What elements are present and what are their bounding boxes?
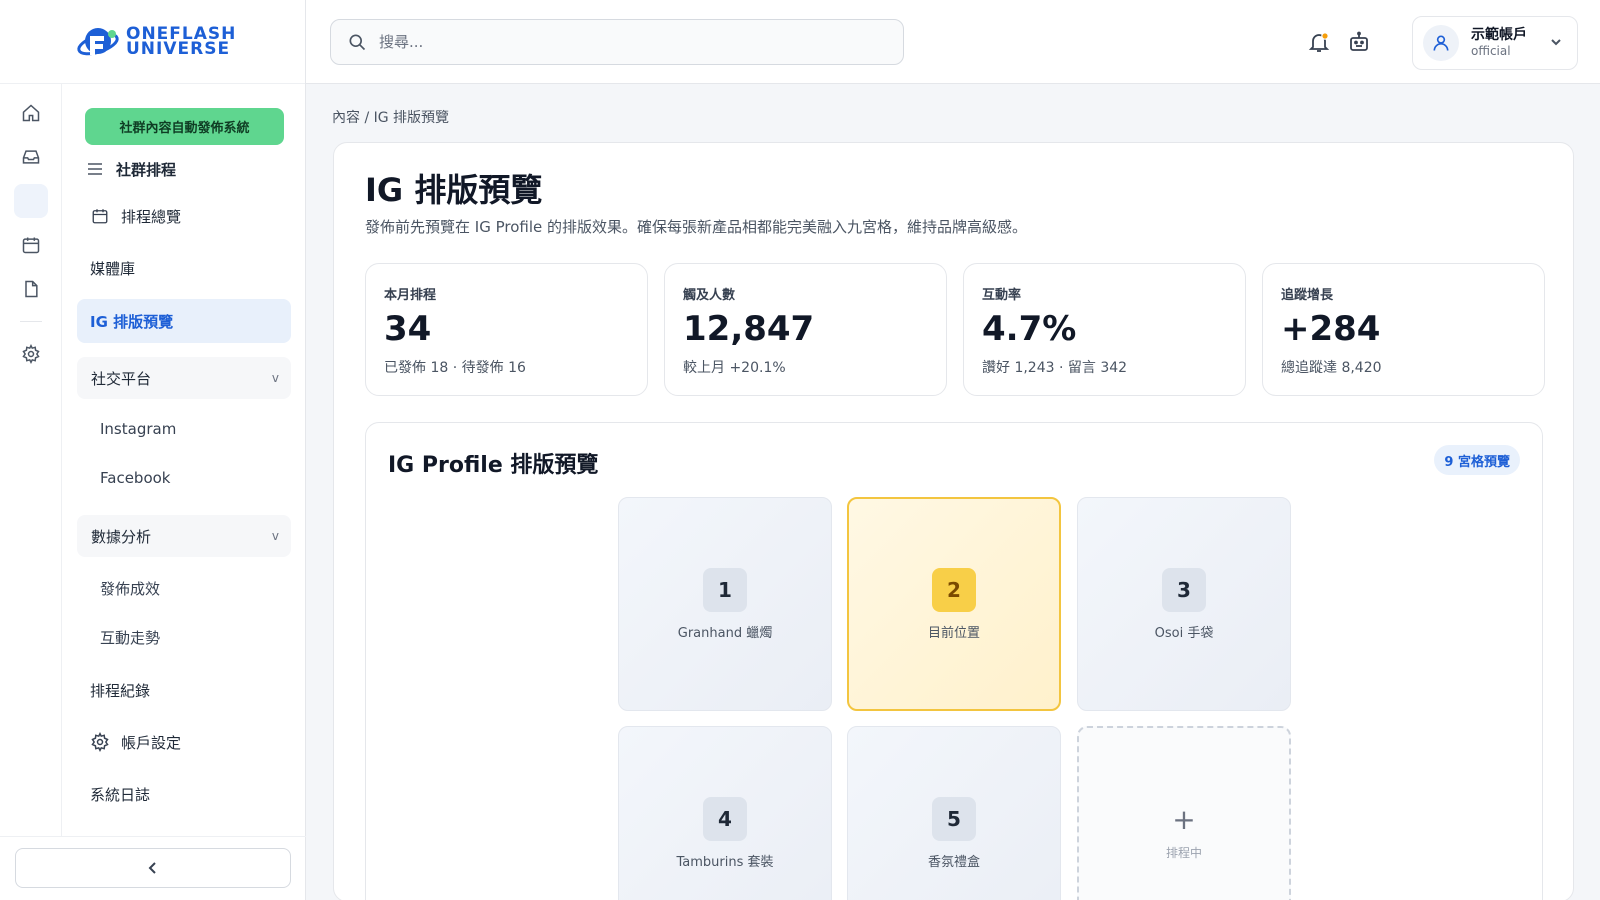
- inbox-icon[interactable]: [14, 140, 48, 174]
- chevron-down-icon: v: [271, 529, 279, 543]
- search-icon: [349, 34, 366, 51]
- chevron-left-icon: [148, 862, 156, 874]
- stat-label: 互動率: [982, 288, 1022, 303]
- search-input[interactable]: [379, 33, 859, 51]
- logo-mark-icon: [76, 22, 122, 62]
- calendar-icon[interactable]: [14, 228, 48, 262]
- tile-label: Granhand 蠟燭: [677, 625, 773, 641]
- tile-number: 2: [932, 567, 976, 612]
- page-description: 發佈前先預覽在 IG Profile 的排版效果。確保每張新產品相都能完美融入九…: [365, 218, 1027, 236]
- sidebar-section-schedule[interactable]: 社群排程: [77, 151, 291, 187]
- sidebar: ONEFLASH UNIVERSE 社群內容自動發佈系統 社群排程 排程總覽 媒…: [0, 0, 306, 900]
- account-name: 示範帳戶: [1471, 27, 1527, 43]
- grid-badge: 9 宮格預覽: [1434, 445, 1520, 475]
- top-header: 示範帳戶 official: [306, 0, 1600, 84]
- sidebar-item-system-log[interactable]: 系統日誌: [77, 774, 291, 814]
- stat-subtext: 總追蹤達 8,420: [1281, 360, 1382, 376]
- grid-title: IG Profile 排版預覽: [388, 453, 599, 478]
- stat-value: 34: [384, 309, 432, 349]
- sidebar-group-label: 數據分析: [91, 527, 152, 546]
- chevron-down-icon: [1551, 39, 1561, 46]
- sidebar-item-schedule-log[interactable]: 排程紀錄: [77, 670, 291, 710]
- breadcrumb[interactable]: 內容 / IG 排版預覽: [332, 107, 449, 127]
- account-menu[interactable]: 示範帳戶 official: [1412, 16, 1578, 70]
- gear-icon: [90, 732, 110, 752]
- sidebar-item-account-settings[interactable]: 帳戶設定: [77, 722, 291, 762]
- tile-number: 3: [1162, 567, 1206, 612]
- calendar-icon: [90, 206, 110, 226]
- tile-number: 4: [703, 796, 747, 841]
- tile-label: 目前位置: [927, 625, 980, 641]
- sidebar-group-social[interactable]: 社交平台 v: [77, 357, 291, 399]
- tile-label: 香氛禮盒: [927, 854, 980, 870]
- collapse-sidebar-button[interactable]: [15, 848, 291, 888]
- sidebar-item-label: 系統日誌: [90, 785, 151, 804]
- sidebar-divider: [0, 836, 306, 837]
- grid-tile-add-scheduled[interactable]: + 排程中: [1077, 726, 1291, 900]
- gear-icon[interactable]: [14, 337, 48, 371]
- ig-grid-preview-card: IG Profile 排版預覽 9 宮格預覽 1 Granhand 蠟燭 2 目…: [365, 422, 1543, 900]
- sidebar-subitem-engagement-trend[interactable]: 互動走勢: [100, 627, 160, 648]
- stat-card-follower-growth: 追蹤增長 +284 總追蹤達 8,420: [1262, 263, 1545, 396]
- sidebar-group-analytics[interactable]: 數據分析 v: [77, 515, 291, 557]
- grid-tile-4[interactable]: 4 Tamburins 套裝: [618, 726, 832, 900]
- sidebar-subitem-performance[interactable]: 發佈成效: [100, 578, 160, 599]
- stat-label: 追蹤增長: [1281, 288, 1334, 303]
- sidebar-item-label: IG 排版預覽: [90, 312, 174, 331]
- stat-card-engagement-rate: 互動率 4.7% 讚好 1,243 · 留言 342: [963, 263, 1246, 396]
- grid-tile-1[interactable]: 1 Granhand 蠟燭: [618, 497, 832, 711]
- sidebar-item-label: 帳戶設定: [121, 733, 182, 752]
- logo-text-line2: UNIVERSE: [126, 38, 231, 59]
- stat-subtext: 已發佈 18 · 待發佈 16: [384, 360, 526, 376]
- stat-value: 12,847: [683, 309, 815, 349]
- sidebar-subitem-instagram[interactable]: Instagram: [100, 420, 176, 438]
- stat-label: 觸及人數: [683, 288, 736, 303]
- file-icon[interactable]: [14, 272, 48, 306]
- page-title: IG 排版預覽: [365, 171, 543, 209]
- stat-card-monthly-schedule: 本月排程 34 已發佈 18 · 待發佈 16: [365, 263, 648, 396]
- sidebar-item-media-library[interactable]: 媒體庫: [77, 248, 291, 288]
- main-panel: IG 排版預覽 發佈前先預覽在 IG Profile 的排版效果。確保每張新產品…: [333, 142, 1574, 900]
- sidebar-group-label: 社交平台: [91, 369, 152, 388]
- user-icon: [1433, 35, 1449, 51]
- rail-divider: [20, 321, 42, 322]
- layout-icon[interactable]: [14, 184, 48, 218]
- stat-card-reach: 觸及人數 12,847 較上月 +20.1%: [664, 263, 947, 396]
- sidebar-section-label: 社群排程: [116, 160, 177, 179]
- sidebar-subitem-facebook[interactable]: Facebook: [100, 469, 170, 487]
- grid-tile-5[interactable]: 5 香氛禮盒: [847, 726, 1061, 900]
- sidebar-item-label: 排程總覽: [121, 207, 182, 226]
- chevron-down-icon: v: [271, 371, 279, 385]
- stat-value: +284: [1281, 309, 1381, 349]
- tile-number: 1: [703, 567, 747, 612]
- sidebar-item-label: 排程紀錄: [90, 681, 151, 700]
- sidebar-item-schedule-overview[interactable]: 排程總覽: [77, 196, 291, 236]
- grid-tile-3[interactable]: 3 Osoi 手袋: [1077, 497, 1291, 711]
- bell-icon[interactable]: [1306, 29, 1332, 55]
- plus-icon: +: [1172, 802, 1196, 836]
- search-box[interactable]: [330, 19, 904, 65]
- stat-label: 本月排程: [384, 288, 437, 303]
- tile-number: 5: [932, 796, 976, 841]
- stat-subtext: 讚好 1,243 · 留言 342: [982, 360, 1128, 376]
- sidebar-item-label: 媒體庫: [90, 259, 136, 278]
- stat-value: 4.7%: [982, 309, 1077, 349]
- stat-subtext: 較上月 +20.1%: [683, 360, 786, 376]
- tile-label: Osoi 手袋: [1154, 625, 1214, 641]
- icon-rail: [0, 84, 62, 836]
- home-icon[interactable]: [14, 96, 48, 130]
- logo[interactable]: ONEFLASH UNIVERSE: [0, 0, 305, 84]
- tile-label: Tamburins 套裝: [676, 854, 774, 870]
- sidebar-item-ig-preview[interactable]: IG 排版預覽: [77, 299, 291, 343]
- robot-icon[interactable]: [1346, 29, 1372, 55]
- grid-tile-2-current[interactable]: 2 目前位置: [847, 497, 1061, 711]
- menu-lines-icon: [85, 159, 105, 179]
- account-role: official: [1471, 44, 1511, 58]
- system-button[interactable]: 社群內容自動發佈系統: [85, 108, 284, 145]
- avatar: [1423, 25, 1459, 61]
- tile-label: 排程中: [1165, 845, 1202, 860]
